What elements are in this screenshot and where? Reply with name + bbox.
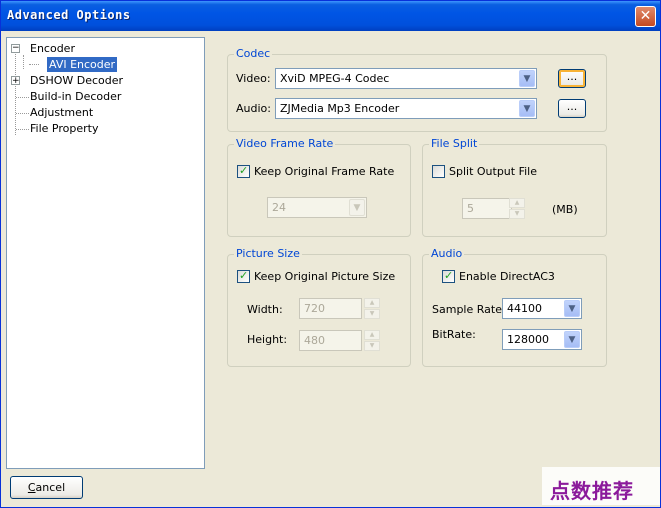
tree-item-label: DSHOW Decoder bbox=[30, 74, 124, 87]
codec-group: Codec Video: XviD MPEG-4 Codec ▼ ... Aud… bbox=[227, 47, 607, 132]
keep-frame-rate-checkbox[interactable] bbox=[237, 164, 250, 178]
cancel-button-label: ancel bbox=[35, 481, 66, 494]
chevron-down-icon[interactable]: ▼ bbox=[564, 300, 580, 317]
window-title: Advanced Options bbox=[7, 8, 131, 22]
spin-up-icon[interactable]: ▲ bbox=[364, 330, 380, 340]
chevron-down-icon[interactable]: ▼ bbox=[564, 331, 580, 348]
keep-picture-size-checkbox[interactable] bbox=[237, 269, 250, 283]
file-split-title: File Split bbox=[429, 137, 480, 151]
video-codec-value: XviD MPEG-4 Codec bbox=[280, 72, 390, 85]
width-label: Width: bbox=[247, 303, 283, 316]
options-tree[interactable]: − Encoder AVI Encoder + DSHOW Decoder Bu… bbox=[6, 37, 205, 469]
audio-group-title: Audio bbox=[429, 247, 465, 261]
tree-item-encoder[interactable]: − Encoder bbox=[7, 41, 202, 57]
frame-rate-select[interactable]: 24 ▼ bbox=[267, 197, 367, 218]
audio-codec-value: ZJMedia Mp3 Encoder bbox=[280, 102, 400, 115]
picture-size-title: Picture Size bbox=[234, 247, 302, 261]
tree-item-adjustment[interactable]: Adjustment bbox=[7, 105, 202, 121]
split-size-value: 5 bbox=[467, 202, 474, 215]
tree-item-label: File Property bbox=[30, 122, 99, 135]
enable-directac3-label[interactable]: Enable DirectAC3 bbox=[459, 270, 555, 284]
advanced-options-window: Advanced Options ✕ − Encoder AVI Encoder… bbox=[0, 0, 661, 508]
close-icon[interactable]: ✕ bbox=[635, 6, 656, 27]
split-size-spinner[interactable]: ▲ ▼ bbox=[509, 198, 525, 219]
keep-frame-rate-label[interactable]: Keep Original Frame Rate bbox=[254, 165, 394, 179]
split-output-label[interactable]: Split Output File bbox=[449, 165, 537, 179]
tree-item-label: AVI Encoder bbox=[47, 57, 118, 72]
cancel-button[interactable]: Cancel bbox=[10, 476, 83, 499]
picture-size-group: Picture Size Keep Original Picture Size … bbox=[227, 247, 411, 367]
spin-down-icon[interactable]: ▼ bbox=[364, 341, 380, 351]
file-split-group: File Split Split Output File 5 ▲ ▼ (MB) bbox=[422, 137, 607, 237]
height-input[interactable]: 480 bbox=[299, 330, 362, 351]
enable-directac3-checkbox[interactable] bbox=[442, 269, 455, 283]
audio-group: Audio Enable DirectAC3 Sample Rate: 4410… bbox=[422, 247, 607, 367]
spin-down-icon[interactable]: ▼ bbox=[509, 209, 525, 219]
codec-group-title: Codec bbox=[234, 47, 273, 61]
audio-codec-label: Audio: bbox=[236, 102, 271, 115]
video-codec-label: Video: bbox=[236, 72, 271, 85]
height-spinner[interactable]: ▲ ▼ bbox=[364, 330, 380, 351]
watermark-text: 点数推荐 bbox=[550, 479, 634, 503]
spin-up-icon[interactable]: ▲ bbox=[364, 298, 380, 308]
sample-rate-select[interactable]: 44100 ▼ bbox=[502, 298, 582, 319]
keep-picture-size-label[interactable]: Keep Original Picture Size bbox=[254, 270, 395, 284]
cancel-button-mnemonic: C bbox=[27, 481, 36, 494]
tree-item-avi-encoder[interactable]: AVI Encoder bbox=[7, 57, 202, 73]
spin-down-icon[interactable]: ▼ bbox=[364, 309, 380, 319]
audio-codec-select[interactable]: ZJMedia Mp3 Encoder ▼ bbox=[275, 98, 537, 119]
split-size-input[interactable]: 5 bbox=[462, 198, 512, 219]
tree-item-file-property[interactable]: File Property bbox=[7, 121, 202, 137]
bitrate-select[interactable]: 128000 ▼ bbox=[502, 329, 582, 350]
chevron-down-icon[interactable]: ▼ bbox=[349, 199, 365, 216]
sample-rate-label: Sample Rate: bbox=[432, 303, 506, 316]
title-bar[interactable]: Advanced Options ✕ bbox=[1, 1, 660, 31]
video-codec-select[interactable]: XviD MPEG-4 Codec ▼ bbox=[275, 68, 537, 89]
bitrate-value: 128000 bbox=[507, 333, 549, 346]
sample-rate-value: 44100 bbox=[507, 302, 542, 315]
video-frame-rate-group: Video Frame Rate Keep Original Frame Rat… bbox=[227, 137, 411, 237]
split-size-unit: (MB) bbox=[552, 203, 578, 216]
tree-item-label: Build-in Decoder bbox=[30, 90, 122, 103]
height-value: 480 bbox=[304, 334, 325, 347]
bitrate-label: BitRate: bbox=[432, 328, 476, 341]
frame-rate-value: 24 bbox=[272, 201, 286, 214]
tree-item-build-in-decoder[interactable]: Build-in Decoder bbox=[7, 89, 202, 105]
width-input[interactable]: 720 bbox=[299, 298, 362, 319]
spin-up-icon[interactable]: ▲ bbox=[509, 198, 525, 208]
chevron-down-icon[interactable]: ▼ bbox=[519, 70, 535, 87]
audio-codec-settings-button[interactable]: ... bbox=[558, 99, 586, 118]
split-output-checkbox[interactable] bbox=[432, 165, 445, 178]
video-codec-settings-button[interactable]: ... bbox=[558, 69, 586, 88]
video-frame-rate-title: Video Frame Rate bbox=[234, 137, 336, 151]
collapse-icon[interactable]: − bbox=[11, 44, 20, 53]
watermark: 点数推荐 bbox=[542, 467, 660, 505]
tree-item-label: Adjustment bbox=[30, 106, 94, 119]
tree-item-label: Encoder bbox=[30, 42, 75, 55]
width-spinner[interactable]: ▲ ▼ bbox=[364, 298, 380, 319]
width-value: 720 bbox=[304, 302, 325, 315]
chevron-down-icon[interactable]: ▼ bbox=[519, 100, 535, 117]
expand-icon[interactable]: + bbox=[11, 76, 20, 86]
height-label: Height: bbox=[247, 333, 288, 346]
tree-item-dshow-decoder[interactable]: + DSHOW Decoder bbox=[7, 73, 202, 89]
